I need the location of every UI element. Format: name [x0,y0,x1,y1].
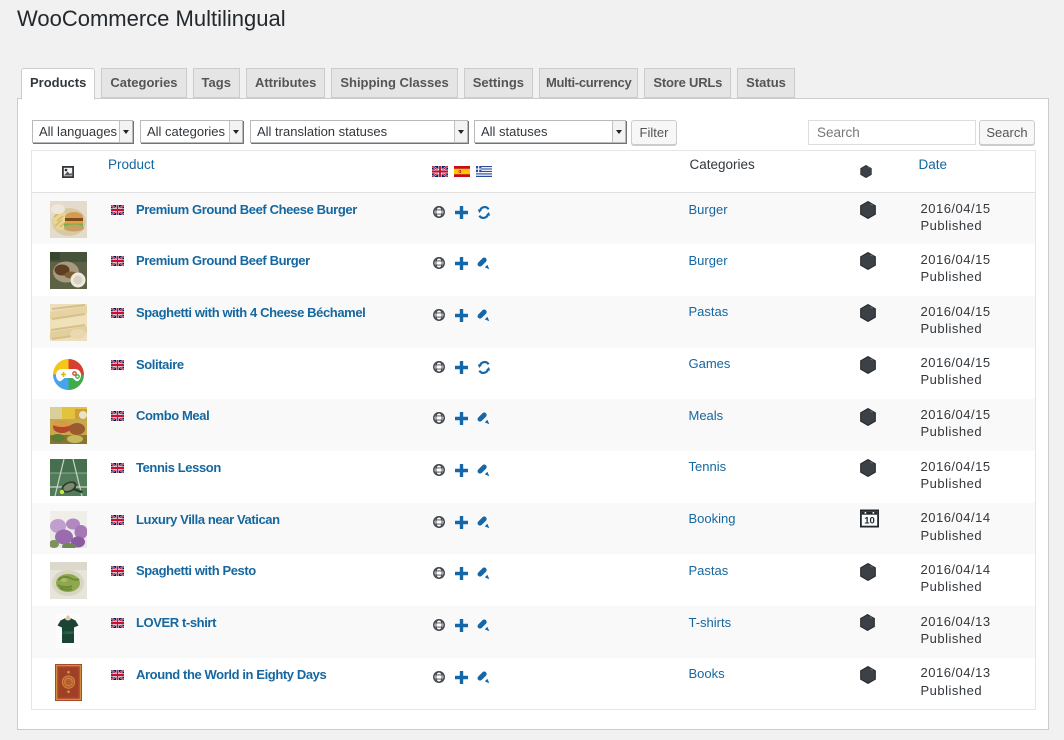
svg-text:10: 10 [864,516,875,527]
svg-text:LOVER: LOVER [63,631,75,635]
